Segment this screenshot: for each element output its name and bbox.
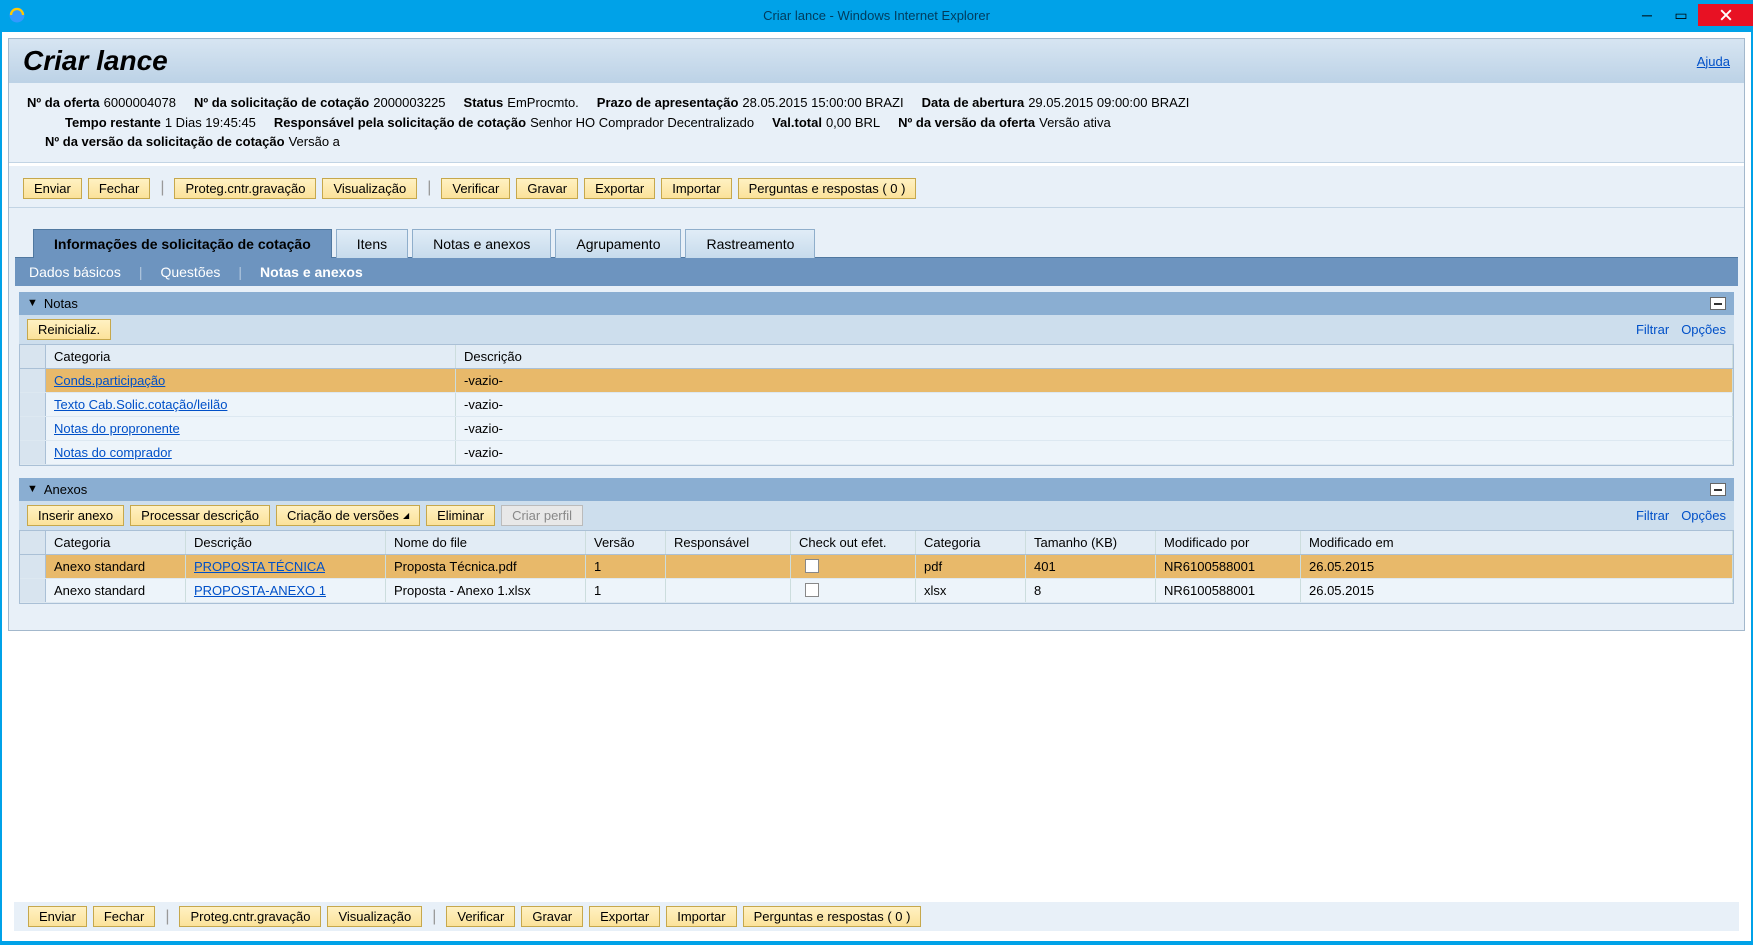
page-title: Criar lance [23,45,168,77]
insert-attachment-button[interactable]: Inserir anexo [27,505,124,526]
send-button[interactable]: Enviar [23,178,82,199]
note-link[interactable]: Texto Cab.Solic.cotação/leilão [54,397,227,412]
check-button-bottom[interactable]: Verificar [446,906,515,927]
export-button-bottom[interactable]: Exportar [589,906,660,927]
tab-grouping[interactable]: Agrupamento [555,229,681,258]
chevron-down-icon: ◢ [403,511,409,520]
notes-row[interactable]: Notas do propronente -vazio- [20,417,1733,441]
tab-notes[interactable]: Notas e anexos [412,229,551,258]
attach-col-modby[interactable]: Modificado por [1156,531,1301,554]
subtab-basic-data[interactable]: Dados básicos [29,264,121,280]
window-title: Criar lance - Windows Internet Explorer [763,8,990,23]
tab-items[interactable]: Itens [336,229,408,258]
qa-button[interactable]: Perguntas e respostas ( 0 ) [738,178,917,199]
note-link[interactable]: Conds.participação [54,373,165,388]
top-toolbar: Enviar Fechar | Proteg.cntr.gravação Vis… [9,174,1744,208]
attach-col-filecat[interactable]: Categoria [916,531,1026,554]
attachment-link[interactable]: PROPOSTA-ANEXO 1 [194,583,326,598]
close-button[interactable] [1698,4,1753,26]
notes-filter-link[interactable]: Filtrar [1636,322,1669,337]
note-link[interactable]: Notas do comprador [54,445,172,460]
notes-row[interactable]: Texto Cab.Solic.cotação/leilão -vazio- [20,393,1733,417]
sub-tabs: Dados básicos | Questões | Notas e anexo… [15,257,1738,286]
readonly-button-bottom[interactable]: Proteg.cntr.gravação [179,906,321,927]
qa-button-bottom[interactable]: Perguntas e respostas ( 0 ) [743,906,922,927]
note-link[interactable]: Notas do propronente [54,421,180,436]
attachment-row[interactable]: Anexo standard PROPOSTA TÉCNICA Proposta… [20,555,1733,579]
notes-options-link[interactable]: Opções [1681,322,1726,337]
edit-description-button[interactable]: Processar descrição [130,505,270,526]
attach-options-link[interactable]: Opções [1681,508,1726,523]
attach-filter-link[interactable]: Filtrar [1636,508,1669,523]
caret-down-icon: ▼ [27,297,38,309]
notes-col-description[interactable]: Descrição [456,345,1733,368]
import-button-bottom[interactable]: Importar [666,906,736,927]
send-button-bottom[interactable]: Enviar [28,906,87,927]
check-button[interactable]: Verificar [441,178,510,199]
main-tabs: Informações de solicitação de cotação It… [9,208,1744,257]
export-button[interactable]: Exportar [584,178,655,199]
attach-col-checkout[interactable]: Check out efet. [791,531,916,554]
collapse-icon[interactable] [1710,483,1726,496]
attachment-link[interactable]: PROPOSTA TÉCNICA [194,559,325,574]
help-link[interactable]: Ajuda [1697,54,1730,69]
save-button-bottom[interactable]: Gravar [521,906,583,927]
readonly-button[interactable]: Proteg.cntr.gravação [174,178,316,199]
bottom-toolbar: Enviar Fechar | Proteg.cntr.gravação Vis… [14,902,1739,931]
attachments-grid: Categoria Descrição Nome do file Versão … [19,530,1734,604]
preview-button-bottom[interactable]: Visualização [327,906,422,927]
window-titlebar: Criar lance - Windows Internet Explorer … [0,0,1753,30]
create-profile-button: Criar perfil [501,505,583,526]
attach-col-size[interactable]: Tamanho (KB) [1026,531,1156,554]
caret-down-icon: ▼ [27,483,38,495]
attach-col-modon[interactable]: Modificado em [1301,531,1733,554]
attachment-row[interactable]: Anexo standard PROPOSTA-ANEXO 1 Proposta… [20,579,1733,603]
preview-button[interactable]: Visualização [322,178,417,199]
ie-icon [8,6,26,24]
minimize-button[interactable]: ─ [1630,4,1664,26]
close-bid-button-bottom[interactable]: Fechar [93,906,155,927]
attachments-section-header[interactable]: ▼Anexos [19,478,1734,501]
page-header: Criar lance Ajuda [9,39,1744,83]
subtab-notes-attachments[interactable]: Notas e anexos [260,264,363,280]
notes-row[interactable]: Notas do comprador -vazio- [20,441,1733,465]
attach-col-responsible[interactable]: Responsável [666,531,791,554]
tab-tracking[interactable]: Rastreamento [685,229,815,258]
attach-col-description[interactable]: Descrição [186,531,386,554]
notes-col-category[interactable]: Categoria [46,345,456,368]
attach-col-filename[interactable]: Nome do file [386,531,586,554]
notes-row[interactable]: Conds.participação -vazio- [20,369,1733,393]
reset-notes-button[interactable]: Reinicializ. [27,319,111,340]
save-button[interactable]: Gravar [516,178,578,199]
maximize-button[interactable]: ▭ [1664,4,1698,26]
attach-col-version[interactable]: Versão [586,531,666,554]
subtab-questions[interactable]: Questões [160,264,220,280]
collapse-icon[interactable] [1710,297,1726,310]
import-button[interactable]: Importar [661,178,731,199]
attach-col-category[interactable]: Categoria [46,531,186,554]
notes-section-header[interactable]: ▼Notas [19,292,1734,315]
tab-rfq-info[interactable]: Informações de solicitação de cotação [33,229,332,258]
checkout-checkbox[interactable] [805,559,819,573]
close-bid-button[interactable]: Fechar [88,178,150,199]
delete-button[interactable]: Eliminar [426,505,495,526]
checkout-checkbox[interactable] [805,583,819,597]
notes-grid: Categoria Descrição Conds.participação -… [19,344,1734,466]
info-panel: Nº da oferta6000004078 Nº da solicitação… [9,83,1744,163]
versions-dropdown[interactable]: Criação de versões◢ [276,505,420,526]
